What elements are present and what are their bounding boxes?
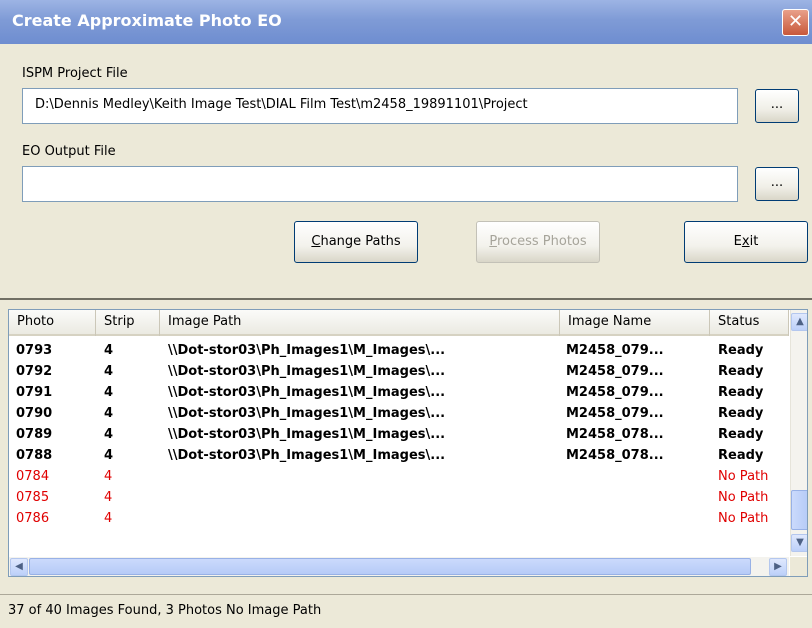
cell-status: Ready — [718, 427, 764, 442]
cell-status: Ready — [718, 343, 764, 358]
horizontal-scrollbar[interactable]: ◀ ▶ — [9, 557, 789, 576]
exit-button[interactable]: Exit — [684, 221, 808, 263]
cell-image-path: \\Dot-stor03\Ph_Images1\M_Images\... — [168, 448, 446, 463]
cell-strip: 4 — [104, 364, 114, 379]
horizontal-scroll-thumb[interactable] — [29, 558, 751, 575]
cell-status: No Path — [718, 469, 769, 484]
process-photos-label: rocess Photos — [496, 234, 587, 249]
splitter[interactable] — [0, 298, 812, 306]
photo-list[interactable]: Photo Strip Image Path Image Name Status… — [8, 309, 808, 577]
browse-project-button[interactable]: ... — [755, 89, 799, 123]
table-row[interactable]: 0786 4 No Path — [9, 508, 789, 529]
eo-output-field[interactable] — [22, 166, 738, 202]
vertical-scrollbar[interactable]: ▲ ▼ — [790, 310, 807, 556]
cell-photo: 0786 — [16, 511, 50, 526]
cell-image-name — [566, 487, 706, 508]
column-header-image-name[interactable]: Image Name — [560, 310, 710, 336]
cell-image-name: M2458_078... — [566, 448, 664, 463]
exit-label: it — [749, 234, 759, 249]
table-row[interactable]: 0792 4 \\Dot-stor03\Ph_Images1\M_Images\..… — [9, 361, 789, 382]
cell-photo: 0789 — [16, 427, 53, 442]
scroll-left-icon[interactable]: ◀ — [10, 558, 28, 576]
table-row[interactable]: 0793 4 \\Dot-stor03\Ph_Images1\M_Images\..… — [9, 340, 789, 361]
scroll-right-icon[interactable]: ▶ — [769, 558, 787, 576]
vertical-scroll-thumb[interactable] — [791, 490, 807, 530]
cell-strip: 4 — [104, 469, 113, 484]
column-header-status[interactable]: Status — [710, 310, 789, 336]
process-photos-accesskey: P — [489, 234, 497, 249]
close-icon: ✕ — [787, 11, 804, 32]
column-header-photo[interactable]: Photo — [9, 310, 96, 336]
browse-eo-button[interactable]: ... — [755, 167, 799, 201]
cell-status: No Path — [718, 511, 769, 526]
cell-status: Ready — [718, 406, 764, 421]
cell-strip: 4 — [104, 343, 114, 358]
scroll-down-icon[interactable]: ▼ — [791, 534, 807, 552]
cell-photo: 0793 — [16, 343, 53, 358]
change-paths-button[interactable]: Change Paths — [294, 221, 418, 263]
cell-strip: 4 — [104, 448, 114, 463]
cell-image-path: \\Dot-stor03\Ph_Images1\M_Images\... — [168, 406, 446, 421]
exit-label-pre: E — [733, 234, 742, 249]
cell-image-path: \\Dot-stor03\Ph_Images1\M_Images\... — [168, 364, 446, 379]
dialog-window: Create Approximate Photo EO ✕ ISPM Proje… — [0, 0, 812, 628]
cell-image-path: \\Dot-stor03\Ph_Images1\M_Images\... — [168, 385, 446, 400]
cell-status: No Path — [718, 490, 769, 505]
cell-image-path — [168, 487, 558, 508]
cell-image-name: M2458_079... — [566, 364, 664, 379]
project-file-field[interactable]: D:\Dennis Medley\Keith Image Test\DIAL F… — [22, 88, 738, 124]
status-bar: 37 of 40 Images Found, 3 Photos No Image… — [0, 594, 812, 628]
status-text: 37 of 40 Images Found, 3 Photos No Image… — [8, 603, 322, 618]
cell-photo: 0788 — [16, 448, 53, 463]
cell-image-path — [168, 508, 558, 529]
cell-image-name: M2458_079... — [566, 385, 664, 400]
cell-photo: 0785 — [16, 490, 50, 505]
cell-image-path — [168, 466, 558, 487]
title-bar: Create Approximate Photo EO ✕ — [0, 0, 812, 44]
cell-strip: 4 — [104, 406, 114, 421]
cell-status: Ready — [718, 364, 764, 379]
cell-image-path: \\Dot-stor03\Ph_Images1\M_Images\... — [168, 343, 446, 358]
column-header-strip[interactable]: Strip — [96, 310, 160, 336]
table-row[interactable]: 0784 4 No Path — [9, 466, 789, 487]
cell-strip: 4 — [104, 490, 113, 505]
cell-photo: 0784 — [16, 469, 50, 484]
list-header: Photo Strip Image Path Image Name Status — [9, 310, 789, 336]
exit-accesskey: x — [741, 234, 750, 249]
scroll-up-icon[interactable]: ▲ — [791, 313, 807, 331]
cell-image-path: \\Dot-stor03\Ph_Images1\M_Images\... — [168, 427, 446, 442]
change-paths-label: hange Paths — [320, 234, 401, 249]
scrollbar-corner — [790, 557, 807, 576]
cell-image-name — [566, 466, 706, 487]
cell-status: Ready — [718, 385, 764, 400]
cell-image-name: M2458_079... — [566, 343, 664, 358]
table-row[interactable]: 0791 4 \\Dot-stor03\Ph_Images1\M_Images\..… — [9, 382, 789, 403]
cell-status: Ready — [718, 448, 764, 463]
table-row[interactable]: 0785 4 No Path — [9, 487, 789, 508]
close-button[interactable]: ✕ — [782, 9, 809, 36]
cell-photo: 0792 — [16, 364, 53, 379]
cell-image-name: M2458_078... — [566, 427, 664, 442]
process-photos-button[interactable]: Process Photos — [476, 221, 600, 263]
table-row[interactable]: 0788 4 \\Dot-stor03\Ph_Images1\M_Images\..… — [9, 445, 789, 466]
cell-photo: 0790 — [16, 406, 53, 421]
cell-strip: 4 — [104, 385, 114, 400]
table-row[interactable]: 0790 4 \\Dot-stor03\Ph_Images1\M_Images\..… — [9, 403, 789, 424]
cell-strip: 4 — [104, 511, 113, 526]
eo-output-label: EO Output File — [22, 144, 116, 159]
cell-image-name — [566, 508, 706, 529]
cell-image-name: M2458_079... — [566, 406, 664, 421]
table-row[interactable]: 0789 4 \\Dot-stor03\Ph_Images1\M_Images\..… — [9, 424, 789, 445]
column-header-image-path[interactable]: Image Path — [160, 310, 560, 336]
window-title: Create Approximate Photo EO — [12, 11, 282, 30]
cell-photo: 0791 — [16, 385, 53, 400]
project-file-label: ISPM Project File — [22, 66, 128, 81]
cell-strip: 4 — [104, 427, 114, 442]
